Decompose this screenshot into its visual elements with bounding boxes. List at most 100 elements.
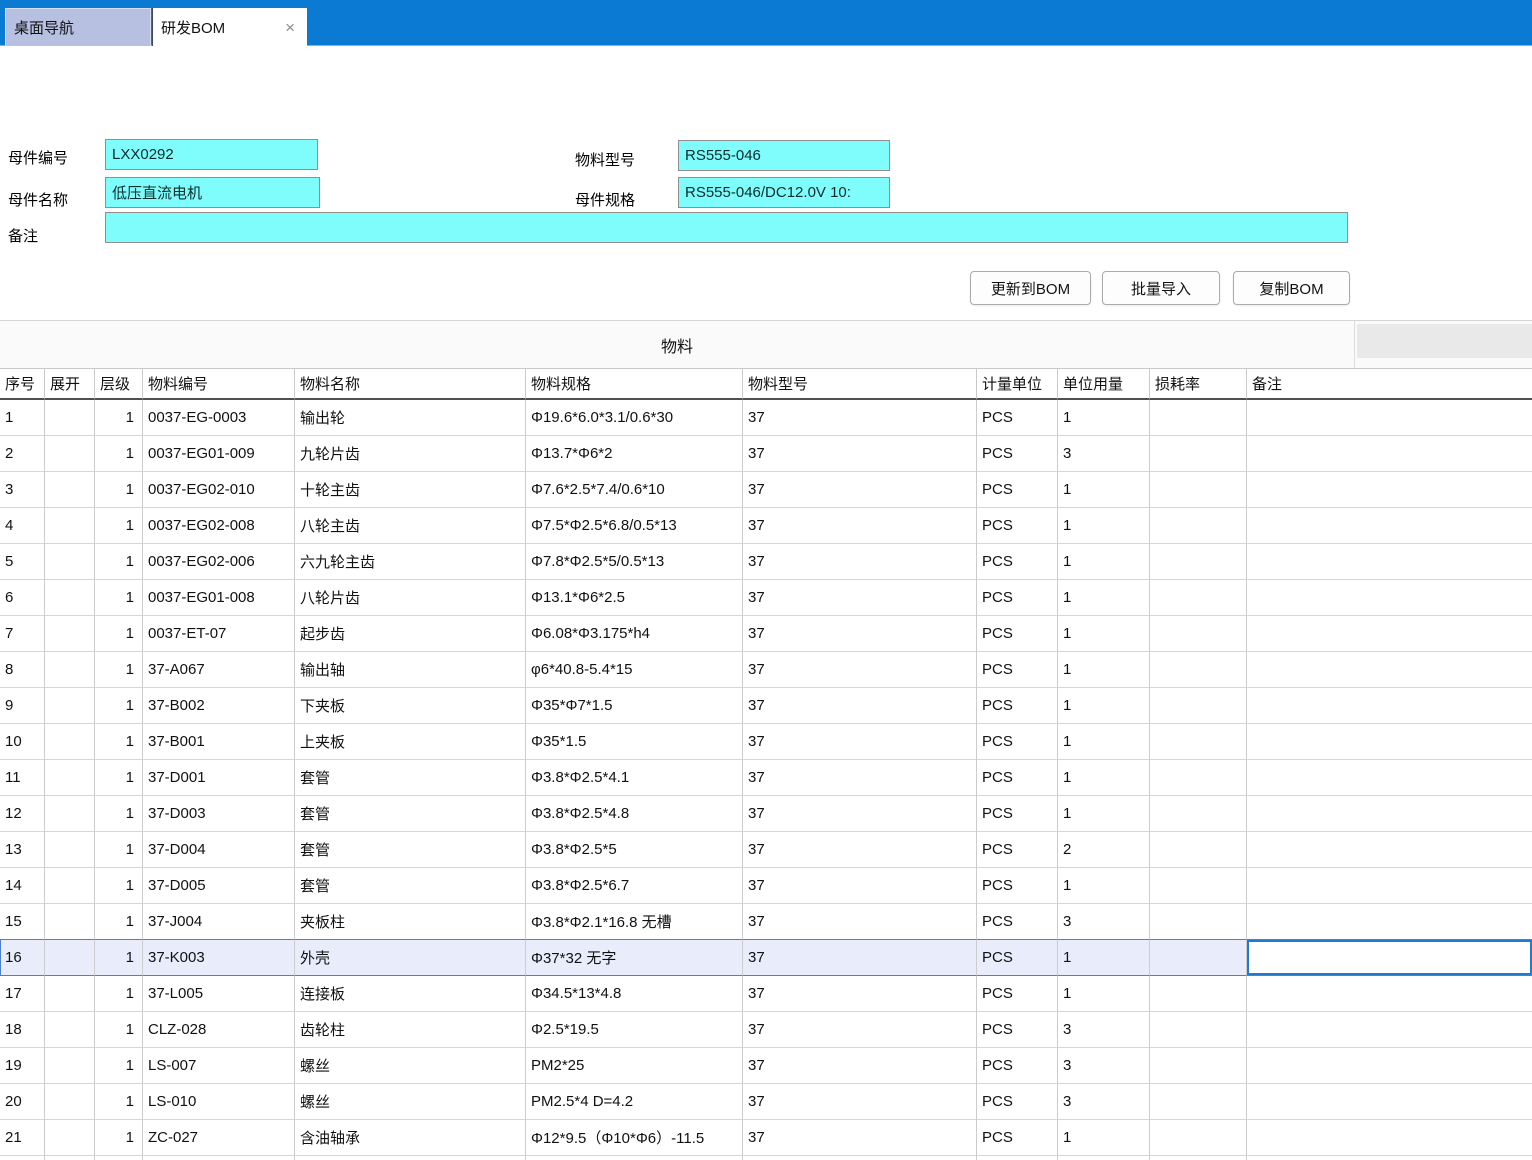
cell-spec[interactable]: Φ35*Φ7*1.5 [526, 688, 743, 724]
cell-remark[interactable] [1247, 724, 1532, 760]
cell-level[interactable]: 1 [95, 760, 143, 796]
cell-loss[interactable] [1150, 508, 1247, 544]
cell-seq[interactable]: 19 [0, 1048, 45, 1084]
cell-model[interactable]: 37 [743, 580, 977, 616]
column-header-level[interactable]: 层级 [95, 368, 143, 400]
cell-level[interactable]: 1 [95, 724, 143, 760]
cell-code[interactable]: 37-J004 [143, 904, 295, 940]
remark-field[interactable] [105, 212, 1348, 243]
column-header-expand[interactable]: 展开 [45, 368, 95, 400]
column-header-seq[interactable]: 序号 [0, 368, 45, 400]
cell-expand[interactable] [45, 796, 95, 832]
cell-expand[interactable] [45, 1084, 95, 1120]
active-edit-cell[interactable] [1247, 940, 1532, 976]
cell-spec[interactable]: Φ13.7*Φ6*2 [526, 436, 743, 472]
cell-expand[interactable] [45, 616, 95, 652]
cell-level[interactable]: 1 [95, 616, 143, 652]
cell-unit[interactable]: PCS [977, 724, 1058, 760]
cell-spec[interactable]: φ6*40.8-5.4*15 [526, 652, 743, 688]
cell-model[interactable]: 37 [743, 904, 977, 940]
cell-level[interactable]: 1 [95, 1012, 143, 1048]
cell-unit[interactable]: PCS [977, 760, 1058, 796]
cell-level[interactable]: 1 [95, 472, 143, 508]
parent-name-field[interactable]: 低压直流电机 [105, 177, 320, 208]
cell-level[interactable]: 1 [95, 508, 143, 544]
cell-seq[interactable]: 5 [0, 544, 45, 580]
cell-spec[interactable]: Φ3.8*Φ2.5*6.7 [526, 868, 743, 904]
cell-level[interactable]: 1 [95, 688, 143, 724]
cell-expand[interactable] [45, 652, 95, 688]
cell-expand[interactable] [45, 472, 95, 508]
cell-empty[interactable] [295, 1156, 526, 1160]
cell-qty[interactable]: 1 [1058, 976, 1150, 1012]
cell-level[interactable]: 1 [95, 400, 143, 436]
cell-code[interactable]: CLZ-028 [143, 1012, 295, 1048]
table-row[interactable]: 13137-D004套管Φ3.8*Φ2.5*537PCS2 [0, 832, 1532, 868]
cell-model[interactable]: 37 [743, 544, 977, 580]
column-header-name[interactable]: 物料名称 [295, 368, 526, 400]
cell-level[interactable]: 1 [95, 940, 143, 976]
cell-remark[interactable] [1247, 436, 1532, 472]
cell-model[interactable]: 37 [743, 832, 977, 868]
cell-qty[interactable]: 1 [1058, 652, 1150, 688]
cell-qty[interactable]: 3 [1058, 1048, 1150, 1084]
cell-name[interactable]: 含油轴承 [295, 1120, 526, 1156]
cell-empty[interactable] [1247, 1156, 1532, 1160]
cell-name[interactable]: 上夹板 [295, 724, 526, 760]
cell-name[interactable]: 八轮主齿 [295, 508, 526, 544]
cell-name[interactable]: 套管 [295, 868, 526, 904]
cell-remark[interactable] [1247, 616, 1532, 652]
table-row[interactable]: 201LS-010螺丝PM2.5*4 D=4.237PCS3 [0, 1084, 1532, 1120]
batch-import-button[interactable]: 批量导入 [1102, 271, 1220, 305]
cell-seq[interactable]: 13 [0, 832, 45, 868]
cell-spec[interactable]: Φ34.5*13*4.8 [526, 976, 743, 1012]
cell-remark[interactable] [1247, 688, 1532, 724]
cell-loss[interactable] [1150, 616, 1247, 652]
cell-unit[interactable]: PCS [977, 1048, 1058, 1084]
cell-empty[interactable] [95, 1156, 143, 1160]
cell-qty[interactable]: 3 [1058, 1084, 1150, 1120]
cell-spec[interactable]: Φ6.08*Φ3.175*h4 [526, 616, 743, 652]
cell-model[interactable]: 37 [743, 616, 977, 652]
cell-spec[interactable]: Φ19.6*6.0*3.1/0.6*30 [526, 400, 743, 436]
cell-code[interactable]: 0037-EG02-008 [143, 508, 295, 544]
cell-code[interactable]: 37-L005 [143, 976, 295, 1012]
cell-model[interactable]: 37 [743, 1084, 977, 1120]
cell-loss[interactable] [1150, 652, 1247, 688]
cell-qty[interactable]: 1 [1058, 724, 1150, 760]
cell-qty[interactable]: 1 [1058, 796, 1150, 832]
cell-loss[interactable] [1150, 724, 1247, 760]
table-row[interactable]: 15137-J004夹板柱Φ3.8*Φ2.1*16.8 无槽37PCS3 [0, 904, 1532, 940]
cell-empty[interactable] [0, 1156, 45, 1160]
cell-seq[interactable]: 20 [0, 1084, 45, 1120]
cell-model[interactable]: 37 [743, 652, 977, 688]
tab-desktop-navigation[interactable]: 桌面导航 [5, 8, 151, 46]
cell-qty[interactable]: 1 [1058, 400, 1150, 436]
cell-code[interactable]: 0037-EG02-006 [143, 544, 295, 580]
cell-unit[interactable]: PCS [977, 688, 1058, 724]
cell-seq[interactable]: 1 [0, 400, 45, 436]
cell-code[interactable]: 0037-EG-0003 [143, 400, 295, 436]
cell-code[interactable]: LS-010 [143, 1084, 295, 1120]
cell-qty[interactable]: 1 [1058, 1120, 1150, 1156]
cell-unit[interactable]: PCS [977, 436, 1058, 472]
cell-unit[interactable]: PCS [977, 400, 1058, 436]
cell-seq[interactable]: 21 [0, 1120, 45, 1156]
cell-code[interactable]: 0037-EG01-009 [143, 436, 295, 472]
cell-name[interactable]: 输出轴 [295, 652, 526, 688]
parent-code-field[interactable]: LXX0292 [105, 139, 318, 170]
cell-loss[interactable] [1150, 760, 1247, 796]
cell-remark[interactable] [1247, 1120, 1532, 1156]
cell-remark[interactable] [1247, 796, 1532, 832]
cell-unit[interactable]: PCS [977, 1084, 1058, 1120]
table-row[interactable]: 310037-EG02-010十轮主齿Φ7.6*2.5*7.4/0.6*1037… [0, 472, 1532, 508]
cell-qty[interactable]: 1 [1058, 472, 1150, 508]
cell-seq[interactable]: 6 [0, 580, 45, 616]
column-header-unit[interactable]: 计量单位 [977, 368, 1058, 400]
material-section-tab[interactable]: 物料 [0, 321, 1355, 369]
cell-spec[interactable]: Φ3.8*Φ2.5*4.8 [526, 796, 743, 832]
cell-spec[interactable]: PM2.5*4 D=4.2 [526, 1084, 743, 1120]
cell-level[interactable]: 1 [95, 796, 143, 832]
table-row[interactable]: 710037-ET-07起步齿Φ6.08*Φ3.175*h437PCS1 [0, 616, 1532, 652]
cell-qty[interactable]: 1 [1058, 760, 1150, 796]
